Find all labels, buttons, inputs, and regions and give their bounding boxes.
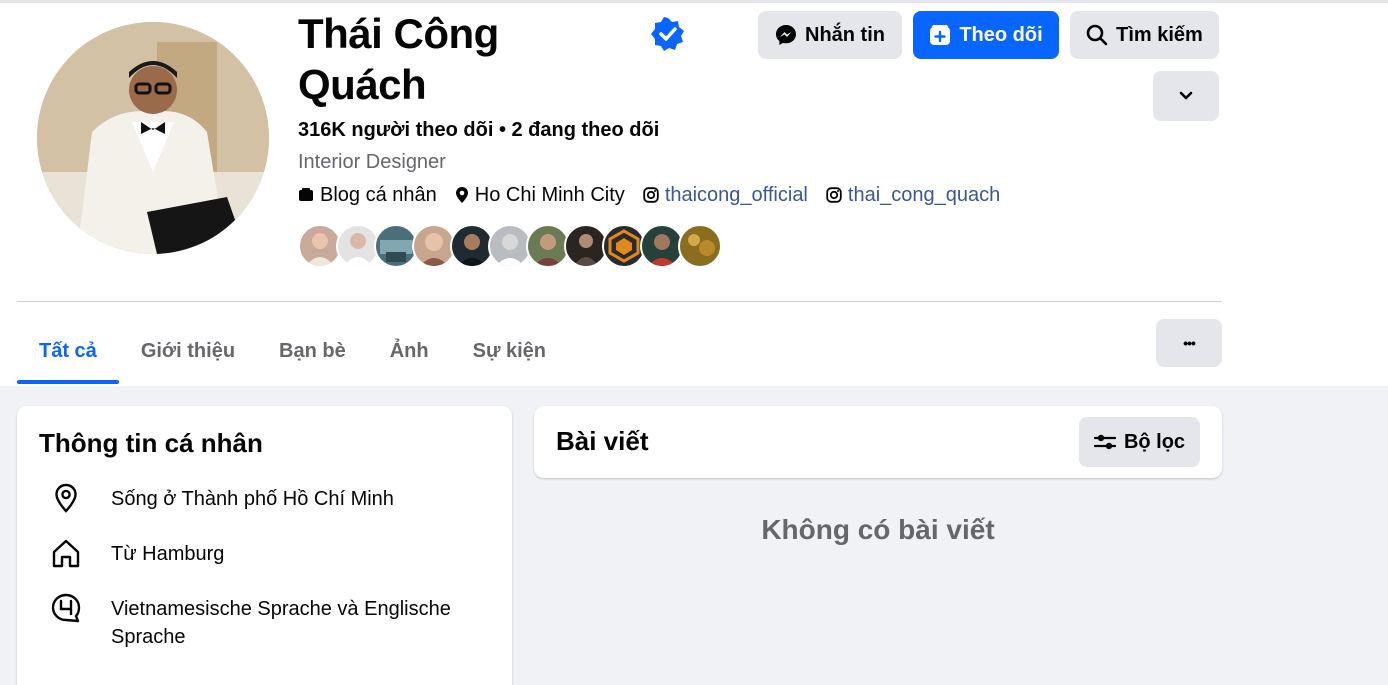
tab-about[interactable]: Giới thiệu [119, 318, 257, 384]
friend-avatar-image [574, 234, 598, 266]
filter-button-label: Bộ lọc [1123, 430, 1186, 453]
header-divider [17, 301, 1222, 302]
tab-events[interactable]: Sự kiện [451, 318, 568, 384]
intro-languages-text: Vietnamesische Sprache và Englische Spra… [111, 595, 491, 651]
more-icon: ••• [1183, 335, 1196, 351]
friend-avatar-image [496, 234, 524, 266]
more-options-button[interactable]: ••• [1156, 319, 1222, 367]
home-icon [52, 539, 80, 568]
friend-avatars [298, 224, 722, 268]
profile-header: Thái Công Quách Nhắn tin Theo dõi Tìm ki… [0, 0, 1388, 386]
followers-stats[interactable]: 316K người theo dõi • 2 đang theo dõi [298, 119, 659, 142]
location-pin-icon [55, 483, 77, 513]
expand-dropdown-button[interactable] [1153, 71, 1219, 121]
intro-lives-in-text: Sống ở Thành phố Hồ Chí Minh [111, 488, 394, 510]
filter-sliders-icon [1093, 434, 1116, 450]
detail-location: Ho Chi Minh City [455, 184, 625, 207]
verified-badge-icon [651, 17, 684, 51]
instagram-link-1[interactable]: thaicong_official [665, 184, 808, 207]
friend-avatar-image [458, 234, 486, 266]
chevron-down-icon [1179, 91, 1193, 100]
detail-blog: Blog cá nhân [298, 184, 437, 207]
filter-button[interactable]: Bộ lọc [1079, 417, 1200, 467]
search-button[interactable]: Tìm kiếm [1070, 11, 1219, 59]
posts-header-card: Bài viết Bộ lọc [534, 406, 1222, 478]
intro-from-text: Từ Hamburg [111, 543, 225, 565]
detail-blog-label: Blog cá nhân [320, 183, 437, 206]
search-icon [1086, 24, 1108, 46]
language-conjunction: và [331, 598, 365, 620]
profile-details: Blog cá nhân Ho Chi Minh City thaicong_o… [298, 182, 1018, 208]
language-1[interactable]: Vietnamesische Sprache [111, 598, 332, 620]
friend-avatar-image [534, 234, 562, 266]
friend-avatar-image [688, 234, 715, 256]
detail-location-label: Ho Chi Minh City [474, 183, 625, 206]
follow-button[interactable]: Theo dõi [913, 11, 1059, 59]
instagram-icon [643, 187, 659, 203]
intro-item-languages: Vietnamesische Sprache và Englische Spra… [17, 592, 512, 652]
friend-avatar-image [306, 233, 334, 266]
message-button-label: Nhắn tin [805, 23, 885, 46]
follow-plus-icon [930, 25, 951, 45]
profile-name: Thái Công Quách [298, 10, 499, 108]
friend-avatar-image [608, 229, 640, 263]
friend-avatar[interactable] [678, 224, 722, 268]
intro-item-lives-in: Sống ở Thành phố Hồ Chí Minh [17, 482, 512, 514]
instagram-link-2[interactable]: thai_cong_quach [848, 184, 1000, 207]
language-icon [51, 593, 81, 623]
profile-category: Interior Designer [298, 151, 446, 173]
friend-avatar-image [648, 234, 676, 266]
detail-instagram-2[interactable]: thai_cong_quach [826, 184, 1000, 207]
location-pin-icon [455, 187, 468, 203]
tab-photos[interactable]: Ảnh [368, 318, 451, 384]
message-button[interactable]: Nhắn tin [758, 11, 902, 59]
friend-avatar-image [380, 240, 412, 262]
friend-avatar-image [420, 233, 448, 266]
profile-avatar[interactable] [37, 22, 269, 254]
friend-avatar-image [344, 233, 372, 266]
intro-title: Thông tin cá nhân [39, 428, 263, 458]
search-button-label: Tìm kiếm [1116, 23, 1203, 46]
follow-button-label: Theo dõi [959, 23, 1043, 46]
no-posts-message: Không có bài viết [761, 514, 995, 545]
tab-friends[interactable]: Bạn bè [257, 318, 368, 384]
messenger-icon [776, 25, 796, 45]
tab-all[interactable]: Tất cả [17, 318, 119, 384]
detail-instagram-1[interactable]: thaicong_official [643, 184, 808, 207]
top-divider [0, 0, 1388, 3]
intro-item-from: Từ Hamburg [17, 537, 512, 569]
posts-title: Bài viết [556, 426, 649, 456]
avatar-image [37, 22, 269, 254]
blog-icon [299, 188, 313, 201]
intro-card: Thông tin cá nhân Sống ở Thành phố Hồ Ch… [17, 406, 512, 685]
profile-tabs: Tất cả Giới thiệu Bạn bè Ảnh Sự kiện [17, 318, 568, 384]
instagram-icon [826, 187, 842, 203]
